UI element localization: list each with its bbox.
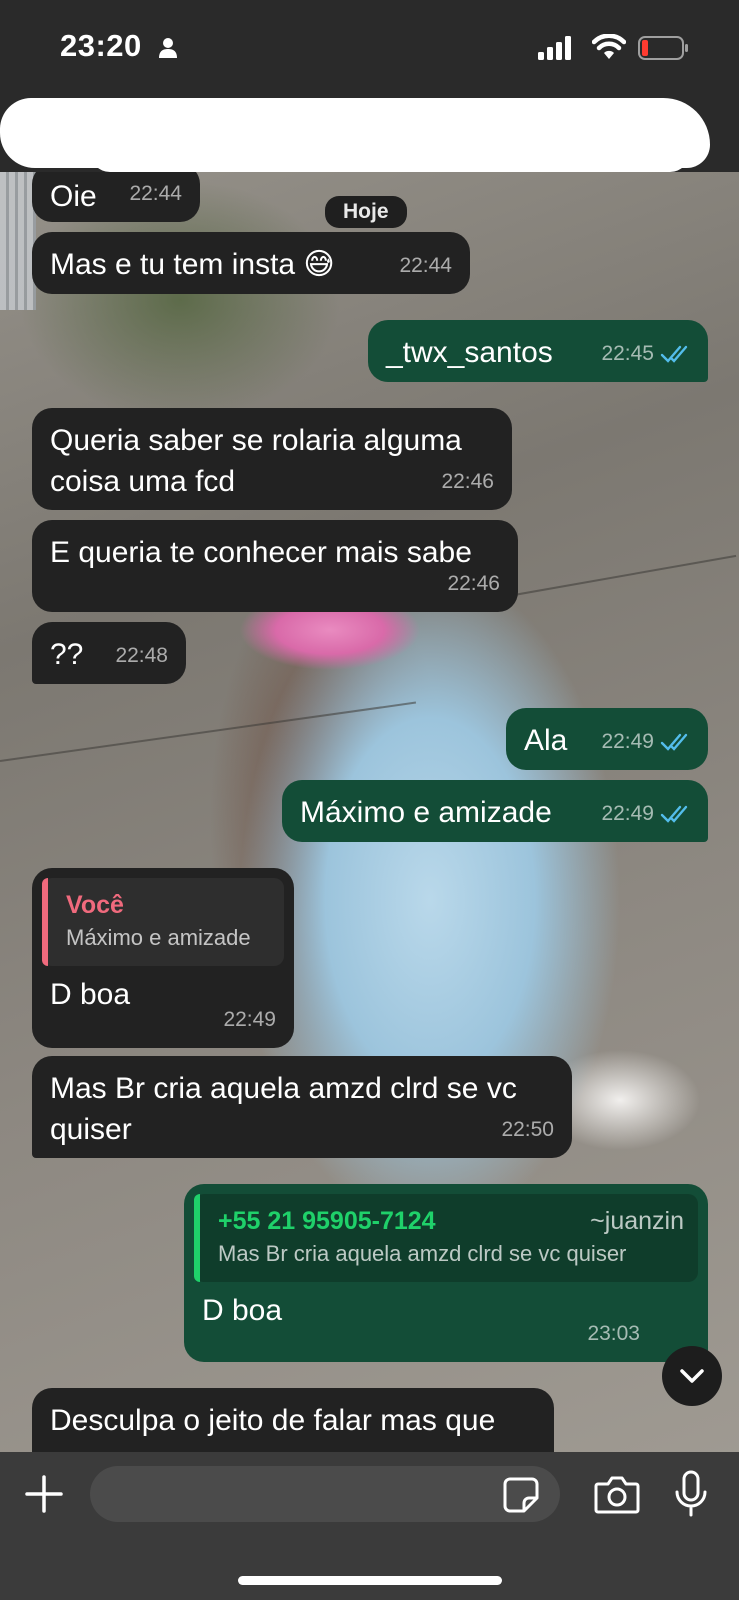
- status-bar: 23:20: [0, 0, 739, 92]
- message-time: 22:44: [129, 182, 182, 205]
- plus-icon[interactable]: [24, 1474, 64, 1514]
- message-text: Ala: [524, 724, 568, 757]
- message-text: Desculpa o jeito de falar mas que: [50, 1404, 496, 1437]
- chevron-down-icon: [680, 1369, 704, 1383]
- date-separator: Hoje: [325, 196, 407, 228]
- message-time: 22:49: [223, 1008, 276, 1031]
- message-incoming[interactable]: ?? 22:48: [32, 622, 186, 684]
- person-icon: [159, 38, 177, 58]
- message-text: ??: [50, 638, 84, 671]
- message-incoming[interactable]: Mas Br cria aquela amzd clrd se vc quise…: [32, 1056, 572, 1158]
- read-ticks-icon: [660, 733, 688, 751]
- scroll-to-bottom-button[interactable]: [662, 1346, 722, 1406]
- message-outgoing[interactable]: _twx_santos 22:45: [368, 320, 708, 382]
- message-time: 23:03: [587, 1322, 640, 1345]
- message-outgoing-reply[interactable]: +55 21 95905-7124 ~juanzin Mas Br cria a…: [184, 1184, 708, 1362]
- message-incoming[interactable]: Oie 22:44: [32, 172, 200, 222]
- quoted-text: Mas Br cria aquela amzd clrd se vc quise…: [218, 1241, 627, 1266]
- message-text: _twx_santos: [386, 336, 553, 369]
- chat-header: [0, 92, 739, 172]
- message-time: 22:46: [447, 572, 500, 595]
- quoted-text: Máximo e amizade: [66, 925, 251, 950]
- message-text: Máximo e amizade: [300, 796, 552, 829]
- quoted-alias: ~juanzin: [590, 1207, 684, 1235]
- message-incoming[interactable]: Desculpa o jeito de falar mas que: [32, 1388, 554, 1452]
- message-time: 22:50: [501, 1118, 554, 1141]
- message-text: Mas e tu tem insta 😅: [50, 248, 335, 281]
- message-text: D boa: [202, 1294, 283, 1327]
- message-text: D boa: [50, 978, 131, 1011]
- quoted-message[interactable]: Você Máximo e amizade: [42, 878, 284, 966]
- home-indicator[interactable]: [238, 1576, 502, 1585]
- sticker-icon[interactable]: [502, 1476, 540, 1514]
- camera-icon[interactable]: [594, 1474, 640, 1514]
- message-text: Mas Br cria aquela amzd clrd se vc quise…: [50, 1072, 517, 1146]
- mic-icon[interactable]: [674, 1470, 708, 1518]
- composer-bar: [0, 1452, 739, 1600]
- message-time: 22:49: [601, 802, 654, 825]
- message-incoming[interactable]: Mas e tu tem insta 😅 22:44: [32, 232, 470, 294]
- message-text: E queria te conhecer mais sabe: [50, 536, 472, 569]
- message-text: Oie: [50, 180, 97, 213]
- message-time: 22:49: [601, 730, 654, 753]
- message-time: 22:45: [601, 342, 654, 365]
- status-time: 23:20: [60, 28, 142, 63]
- quoted-author: +55 21 95905-7124: [218, 1207, 436, 1235]
- message-list[interactable]: Hoje Oie 22:44 Mas e tu tem insta 😅 22:4…: [0, 172, 739, 1452]
- quoted-message[interactable]: +55 21 95905-7124 ~juanzin Mas Br cria a…: [194, 1194, 698, 1282]
- message-incoming[interactable]: Queria saber se rolaria alguma coisa uma…: [32, 408, 512, 510]
- read-ticks-icon: [660, 345, 688, 363]
- message-incoming[interactable]: E queria te conhecer mais sabe 22:46: [32, 520, 518, 612]
- read-ticks-icon: [660, 805, 688, 823]
- message-time: 22:44: [399, 254, 452, 277]
- battery-icon: [638, 36, 688, 60]
- signal-icon: [538, 36, 571, 60]
- contact-name-redaction: [90, 132, 690, 172]
- message-incoming-reply[interactable]: Você Máximo e amizade D boa 22:49: [32, 868, 294, 1048]
- message-input[interactable]: [90, 1466, 560, 1522]
- wifi-icon: [592, 34, 626, 59]
- message-outgoing[interactable]: Máximo e amizade 22:49: [282, 780, 708, 842]
- quoted-author: Você: [66, 891, 124, 919]
- message-time: 22:46: [441, 470, 494, 493]
- message-text: Queria saber se rolaria alguma coisa uma…: [50, 424, 462, 498]
- message-time: 22:48: [115, 644, 168, 667]
- message-outgoing[interactable]: Ala 22:49: [506, 708, 708, 770]
